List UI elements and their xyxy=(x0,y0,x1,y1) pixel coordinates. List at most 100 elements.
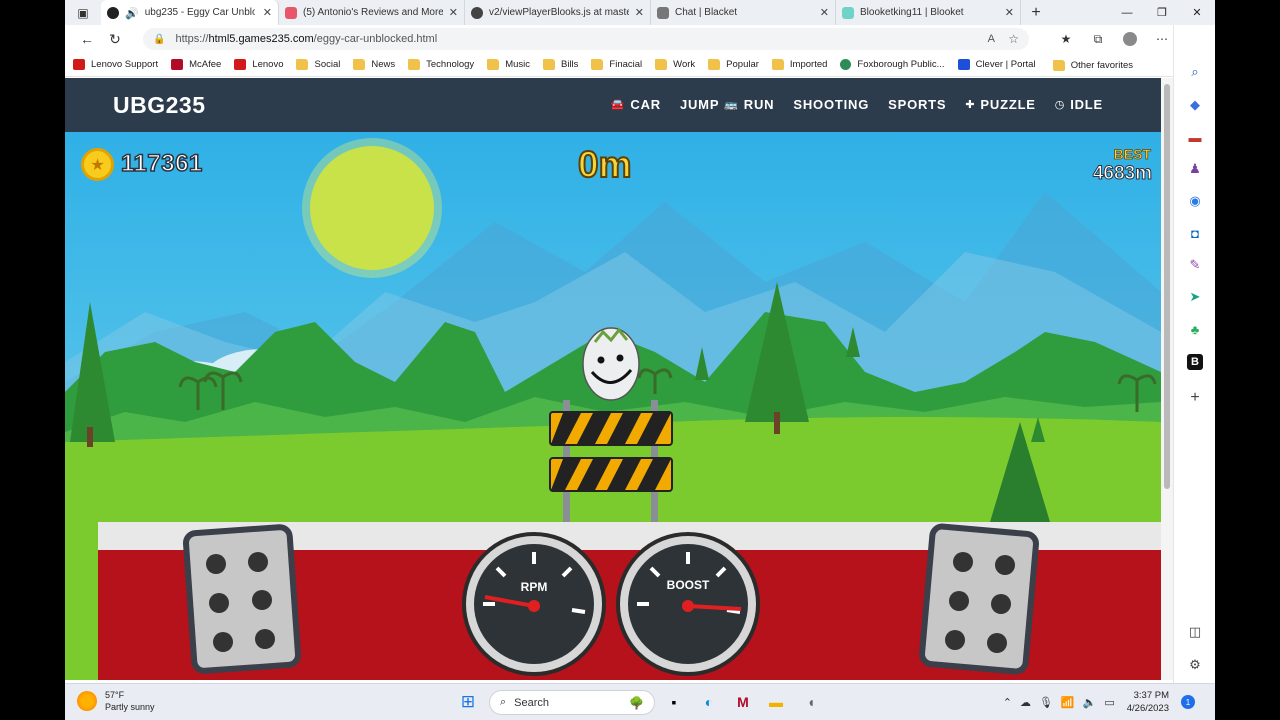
bookmark-folder-imported[interactable]: Imported xyxy=(771,59,827,70)
bookmark-folder-finacial[interactable]: Finacial xyxy=(591,59,642,70)
nav-sports[interactable]: SPORTS xyxy=(888,97,946,112)
letterbox-right xyxy=(1215,0,1280,720)
bookmark-mcafee[interactable]: McAfee xyxy=(171,59,221,70)
nav-car[interactable]: 🚘 CAR xyxy=(611,97,661,112)
tab-title: (5) Antonio's Reviews and More xyxy=(303,7,443,18)
bookmark-label: Music xyxy=(505,59,530,70)
more-menu-icon[interactable]: ⋯ xyxy=(1149,28,1175,50)
close-tab-icon[interactable]: ✕ xyxy=(1005,6,1014,19)
bookmark-label: Technology xyxy=(426,59,475,70)
other-favorites[interactable]: Other favorites xyxy=(1052,53,1133,77)
back-arrow-icon[interactable]: ← xyxy=(73,25,101,53)
puzzle-icon: ✚ xyxy=(965,99,976,111)
bookmark-label: Popular xyxy=(726,59,759,70)
games-icon[interactable]: ♟ xyxy=(1184,158,1206,180)
cloud-icon[interactable]: ☁ xyxy=(1020,696,1031,709)
nav-label: SHOOTING xyxy=(793,97,870,112)
file-explorer-icon[interactable]: ▬ xyxy=(765,691,787,713)
clock-icon: ◷ xyxy=(1054,99,1066,111)
system-tray: ⌃ ☁ 🎙 📶 🔈 ▭ 3:37 PM 4/26/2023 1 xyxy=(1003,689,1195,715)
mcafee-taskbar-icon[interactable]: M xyxy=(732,691,754,713)
clever-icon xyxy=(957,59,970,70)
bookmark-lenovo[interactable]: Lenovo xyxy=(234,59,283,70)
weather-widget[interactable]: 57°F Partly sunny xyxy=(77,689,155,713)
mouse-app-icon[interactable]: ◖ xyxy=(800,691,822,713)
close-tab-icon[interactable]: ✕ xyxy=(820,6,829,19)
close-tab-icon[interactable]: ✕ xyxy=(635,6,644,19)
bookmark-label: Lenovo xyxy=(252,59,284,70)
bookmark-folder-work[interactable]: Work xyxy=(655,59,695,70)
shopping-tag-icon[interactable]: ◆ xyxy=(1184,94,1206,116)
taskbar-search[interactable]: ⌕ Search 🌳 xyxy=(489,690,655,715)
search-icon[interactable]: ⌕ xyxy=(1184,61,1206,83)
folder-icon xyxy=(708,59,721,70)
task-view-icon[interactable]: ▪ xyxy=(663,691,685,713)
game-canvas[interactable]: ★ 117361 0m BEST 4683m RPM BOOST ⌃ xyxy=(65,132,1161,680)
tab-eggy-car[interactable]: 🔊 ubg235 - Eggy Car Unblocked ✕ xyxy=(101,0,279,25)
bookmarks-bar: Lenovo Support McAfee Lenovo Social News… xyxy=(65,53,1215,77)
bookmark-folder-social[interactable]: Social xyxy=(296,59,340,70)
bookmark-folder-music[interactable]: Music xyxy=(487,59,530,70)
battery-icon[interactable]: ▭ xyxy=(1104,696,1114,709)
bookmark-folder-news[interactable]: News xyxy=(353,59,395,70)
bookmark-folder-popular[interactable]: Popular xyxy=(708,59,759,70)
nav-puzzle[interactable]: ✚ PUZZLE xyxy=(965,97,1035,112)
settings-gear-icon[interactable]: ⚙ xyxy=(1184,654,1206,676)
tab-actions-icon[interactable]: ▣ xyxy=(65,2,101,24)
designer-icon[interactable]: ✎ xyxy=(1184,254,1206,276)
close-window-icon[interactable]: ✕ xyxy=(1180,0,1214,25)
edge-browser-icon[interactable]: ◐ xyxy=(698,691,720,713)
system-clock[interactable]: 3:37 PM 4/26/2023 xyxy=(1127,689,1169,715)
minimize-icon[interactable]: — xyxy=(1110,0,1144,25)
send-icon[interactable]: ➤ xyxy=(1184,286,1206,308)
audio-playing-icon[interactable]: 🔊 xyxy=(125,7,139,20)
wifi-icon[interactable]: 📶 xyxy=(1061,696,1075,709)
outlook-icon[interactable]: ◘ xyxy=(1184,222,1206,244)
coin-counter: 117361 xyxy=(120,149,203,178)
maximize-icon[interactable]: ❐ xyxy=(1145,0,1179,25)
bookmark-folder-bills[interactable]: Bills xyxy=(543,59,578,70)
nav-shooting[interactable]: SHOOTING xyxy=(793,97,869,112)
blooket-b-icon[interactable]: B xyxy=(1184,351,1206,373)
best-distance: 4683m xyxy=(1092,163,1152,185)
nav-jump-run[interactable]: JUMP 🚌 RUN xyxy=(680,97,774,112)
nav-idle[interactable]: ◷ IDLE xyxy=(1055,97,1103,112)
split-panel-icon[interactable]: ◫ xyxy=(1184,621,1206,643)
volume-icon[interactable]: 🔈 xyxy=(1083,696,1097,709)
bookmark-lenovo-support[interactable]: Lenovo Support xyxy=(73,59,158,70)
bookmark-clever[interactable]: Clever | Portal xyxy=(957,59,1036,70)
close-tab-icon[interactable]: ✕ xyxy=(449,6,458,19)
collections-icon[interactable]: ⧉ xyxy=(1085,28,1111,50)
web-page: UBG235 🚘 CAR JUMP 🚌 RUN SHOOTING SPORTS ✚ PU… xyxy=(65,78,1161,680)
bookmark-folder-technology[interactable]: Technology xyxy=(408,59,474,70)
folder-icon xyxy=(655,59,668,70)
favorites-icon[interactable]: ★ xyxy=(1053,28,1079,50)
new-tab-button[interactable]: + xyxy=(1021,2,1051,24)
notification-badge[interactable]: 1 xyxy=(1181,695,1195,709)
tray-chevron-icon[interactable]: ⌃ xyxy=(1003,696,1012,709)
tab-title: Blooketking11 | Blooket xyxy=(860,7,964,18)
scrollbar-thumb[interactable] xyxy=(1164,84,1170,489)
close-tab-icon[interactable]: ✕ xyxy=(263,6,272,19)
bookmark-foxborough[interactable]: Foxborough Public... xyxy=(840,59,945,70)
egg-eye xyxy=(616,354,624,362)
tree-extension-icon[interactable]: ♣ xyxy=(1184,318,1206,340)
page-scrollbar[interactable] xyxy=(1161,78,1173,680)
tools-briefcase-icon[interactable]: ▬ xyxy=(1184,126,1206,148)
tab-antonio[interactable]: (5) Antonio's Reviews and More ✕ xyxy=(279,0,465,25)
tab-github[interactable]: v2/viewPlayerBlooks.js at master ✕ xyxy=(465,0,651,25)
tab-blacket[interactable]: Chat | Blacket ✕ xyxy=(651,0,836,25)
microsoft-365-icon[interactable]: ◉ xyxy=(1184,190,1206,212)
add-favorite-icon[interactable]: ☆ xyxy=(1008,32,1019,46)
weather-temperature: 57°F xyxy=(105,690,125,700)
windows-start-icon[interactable]: ⊞ xyxy=(457,691,479,713)
url-prefix: https:// xyxy=(175,33,209,45)
read-aloud-icon[interactable]: A xyxy=(988,33,995,45)
profile-avatar-icon[interactable] xyxy=(1117,28,1143,50)
refresh-icon[interactable]: ↻ xyxy=(101,25,129,53)
url-input[interactable]: 🔒 https:// html5.games235.com /eggy-car-… xyxy=(143,28,1029,50)
add-sidebar-icon[interactable]: + xyxy=(1184,387,1206,409)
site-logo[interactable]: UBG235 xyxy=(113,92,205,119)
tab-blooket[interactable]: Blooketking11 | Blooket ✕ xyxy=(836,0,1021,25)
microphone-icon[interactable]: 🎙 xyxy=(1039,696,1053,709)
